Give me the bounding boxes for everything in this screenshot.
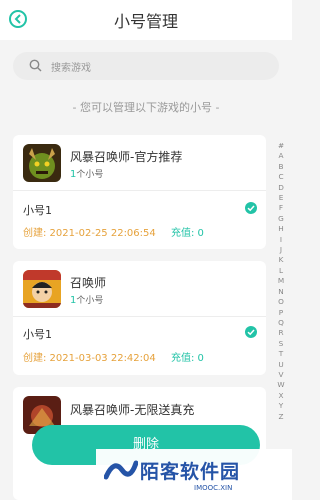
alphabet-index-letter[interactable]: Z [274, 412, 288, 422]
divider [13, 190, 266, 191]
alphabet-index-letter[interactable]: R [274, 328, 288, 338]
alphabet-index-letter[interactable]: X [274, 391, 288, 401]
alphabet-index-letter[interactable]: L [274, 266, 288, 276]
alphabet-index-letter[interactable]: N [274, 287, 288, 297]
alphabet-index-letter[interactable]: O [274, 297, 288, 307]
account-name: 小号1 [23, 204, 52, 217]
watermark: 陌客软件园 IMOOC.XIN [96, 449, 292, 500]
account-count-unit: 个小号 [76, 296, 104, 306]
alphabet-index-letter[interactable]: F [274, 203, 288, 213]
alphabet-index-letter[interactable]: T [274, 349, 288, 359]
search-icon [29, 59, 42, 72]
alphabet-index-letter[interactable]: W [274, 380, 288, 390]
alphabet-index-letter[interactable]: I [274, 235, 288, 245]
alphabet-index-letter[interactable]: # [274, 141, 288, 151]
alphabet-index[interactable]: # A B C D E F G H I J K L M N O P Q R S T U V W X Y Z [274, 141, 288, 422]
recharge-amount: 充值: 0 [171, 353, 204, 364]
account-count: 1个小号 [70, 293, 103, 306]
alphabet-index-letter[interactable]: C [274, 172, 288, 182]
alphabet-index-letter[interactable]: U [274, 360, 288, 370]
alphabet-index-letter[interactable]: G [274, 214, 288, 224]
watermark-subtext: IMOOC.XIN [194, 484, 233, 492]
alphabet-index-letter[interactable]: E [274, 193, 288, 203]
alphabet-index-letter[interactable]: V [274, 370, 288, 380]
alphabet-index-letter[interactable]: P [274, 308, 288, 318]
account-count-unit: 个小号 [76, 170, 104, 180]
game-icon [23, 144, 61, 182]
created-time: 创建: 2021-02-25 22:06:54 [23, 228, 156, 239]
header: 小号管理 [0, 0, 292, 40]
game-name: 召唤师 [70, 276, 107, 290]
watermark-logo-icon [104, 460, 138, 480]
account-name: 小号1 [23, 328, 52, 341]
alphabet-index-letter[interactable]: A [274, 151, 288, 161]
alphabet-index-letter[interactable]: J [274, 245, 288, 255]
check-icon[interactable] [245, 202, 257, 214]
divider [13, 316, 266, 317]
game-name: 风暴召唤师-官方推荐 [70, 150, 183, 164]
alphabet-index-letter[interactable]: H [274, 224, 288, 234]
hint-text: - 您可以管理以下游戏的小号 - [72, 101, 220, 114]
check-icon[interactable] [245, 326, 257, 338]
game-card: 风暴召唤师-官方推荐 1个小号 小号1 创建: 2021-02-25 22:06… [13, 135, 266, 249]
alphabet-index-letter[interactable]: S [274, 339, 288, 349]
search-placeholder: 搜索游戏 [51, 63, 91, 74]
alphabet-index-letter[interactable]: D [274, 183, 288, 193]
alphabet-index-letter[interactable]: B [274, 162, 288, 172]
page-title: 小号管理 [113, 12, 178, 31]
game-icon [23, 270, 61, 308]
alphabet-index-letter[interactable]: M [274, 276, 288, 286]
recharge-amount: 充值: 0 [171, 228, 204, 239]
alphabet-index-letter[interactable]: Y [274, 401, 288, 411]
search-input[interactable]: 搜索游戏 [13, 52, 279, 80]
created-time: 创建: 2021-03-03 22:42:04 [23, 353, 156, 364]
game-name: 风暴召唤师-无限送真充 [70, 403, 195, 417]
game-card: 召唤师 1个小号 小号1 创建: 2021-03-03 22:42:04 充值:… [13, 261, 266, 375]
account-count: 1个小号 [70, 167, 103, 180]
watermark-text: 陌客软件园 [140, 461, 241, 483]
alphabet-index-letter[interactable]: K [274, 255, 288, 265]
alphabet-index-letter[interactable]: Q [274, 318, 288, 328]
alphabet-index-letters: # A B C D E F G H I J K L M N O P Q R S T U V W X Y Z [274, 141, 288, 422]
